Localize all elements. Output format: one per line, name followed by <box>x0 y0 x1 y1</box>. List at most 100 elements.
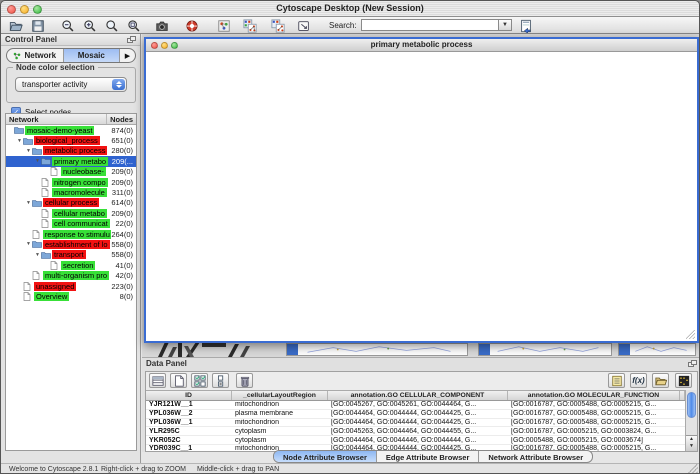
tab-mosaic[interactable]: Mosaic <box>64 49 121 62</box>
tree-row-label: response to stimulu <box>43 230 111 239</box>
snapshot-camera-icon[interactable] <box>153 18 171 33</box>
background-logo-fragment <box>156 342 266 357</box>
tree-row[interactable]: secretion41(0) <box>6 260 136 270</box>
tree-row-count: 558(0) <box>111 240 136 249</box>
new-attribute-icon[interactable] <box>170 373 187 388</box>
network-merge-icon[interactable] <box>241 18 259 33</box>
file-icon <box>41 219 52 228</box>
tree-row-count: 614(0) <box>111 198 136 207</box>
import-attributes-icon[interactable] <box>517 18 535 33</box>
attribute-table-header[interactable]: ID_cellularLayoutRegionannotation.GO CEL… <box>146 391 685 401</box>
expand-arrow-icon[interactable]: ▼ <box>34 158 41 164</box>
tree-row[interactable]: response to stimulu264(0) <box>6 229 136 239</box>
tree-row-label: transport <box>52 250 86 259</box>
zoom-in-icon[interactable] <box>81 18 99 33</box>
network-tab-icon <box>13 52 21 60</box>
expand-arrow-icon[interactable]: ▼ <box>25 148 32 154</box>
tree-row-label: cell communicat <box>52 219 110 228</box>
tree-column-headers[interactable]: Network Nodes <box>6 114 136 125</box>
tree-row-label: biological_process <box>34 136 100 145</box>
tab-node-attribute-browser[interactable]: Node Attribute Browser <box>274 451 377 462</box>
tree-row[interactable]: ▼biological_process651(0) <box>6 135 136 145</box>
tree-row[interactable]: ▼ transport 558(0) <box>6 250 136 260</box>
unselect-attributes-icon[interactable] <box>212 373 229 388</box>
tree-row[interactable]: mosaic-demo-yeast874(0) <box>6 125 136 135</box>
tree-row[interactable]: cell communicat22(0) <box>6 219 136 229</box>
show-table-icon[interactable] <box>149 373 166 388</box>
search-input[interactable] <box>361 19 499 31</box>
tree-row[interactable]: cellular metabo209(0) <box>6 208 136 218</box>
open-attr-file-icon[interactable] <box>652 373 669 388</box>
table-row[interactable]: YPL036W__2plasma membrane[GO:0044464, GO… <box>146 410 685 419</box>
table-row[interactable]: YKR052Ccytoplasm[GO:0044464, GO:0044446,… <box>146 436 685 445</box>
delete-attribute-icon[interactable] <box>236 373 253 388</box>
table-cell: [GO:0016787, GO:0005215, GO:0003824, G..… <box>508 428 680 435</box>
scrollbar-thumb[interactable] <box>687 392 696 418</box>
tree-row-label: Overview <box>34 292 69 301</box>
status-text: Right-click + drag to ZOOM <box>101 466 186 473</box>
tree-row[interactable]: ▼establishment of lo558(0) <box>6 239 136 249</box>
save-session-icon[interactable] <box>29 18 47 33</box>
app-resize-grip[interactable] <box>688 464 698 474</box>
table-scrollbar[interactable]: ▲▼ <box>685 390 697 451</box>
expand-arrow-icon[interactable]: ▼ <box>25 241 32 247</box>
column-header[interactable]: ID <box>146 391 232 400</box>
open-session-icon[interactable] <box>7 18 25 33</box>
table-cell: cytoplasm <box>232 428 328 435</box>
column-header[interactable]: _cellularLayoutRegion <box>232 391 328 400</box>
select-attributes-icon[interactable] <box>191 373 208 388</box>
column-header[interactable]: annotation.GO CELLULAR_COMPONENT <box>328 391 508 400</box>
tree-row[interactable]: nitrogen compo209(0) <box>6 177 136 187</box>
tree-row[interactable]: unassigned223(0) <box>6 281 136 291</box>
expand-arrow-icon[interactable]: ▼ <box>25 200 32 206</box>
table-row[interactable]: YJR121W__1mitochondrion[GO:0045267, GO:0… <box>146 401 685 410</box>
window-resize-grip[interactable] <box>686 330 695 339</box>
node-color-dropdown[interactable]: transporter activity <box>15 77 127 92</box>
matrix-icon[interactable] <box>675 373 692 388</box>
network-window-titlebar[interactable]: primary metabolic process <box>146 39 697 52</box>
app-titlebar[interactable]: Cytoscape Desktop (New Session) <box>1 1 699 17</box>
network-align-icon[interactable] <box>269 18 287 33</box>
tree-row[interactable]: nucleobase-209(0) <box>6 167 136 177</box>
data-panel: Data Panel f(x) ID_cellularLayoutRegiona… <box>142 357 700 452</box>
help-ring-icon[interactable] <box>183 18 201 33</box>
tab-network[interactable]: Network <box>7 49 64 62</box>
float-panel-icon[interactable] <box>688 360 697 368</box>
network-desktop: primary metabolic process <box>142 34 700 357</box>
expand-arrow-icon[interactable]: ▼ <box>16 138 23 144</box>
tree-row-count: 558(0) <box>111 250 136 259</box>
column-header[interactable]: annotation.GO MOLECULAR_FUNCTION <box>508 391 680 400</box>
attribute-batch-icon[interactable] <box>608 373 625 388</box>
tree-row[interactable]: multi-organism pro42(0) <box>6 270 136 280</box>
tree-row[interactable]: macromolecule311(0) <box>6 187 136 197</box>
table-cell: mitochondrion <box>232 419 328 426</box>
tree-row[interactable]: Overview8(0) <box>6 291 136 301</box>
expand-arrow-icon[interactable]: ▼ <box>34 252 41 258</box>
tree-row[interactable]: ▼cellular process614(0) <box>6 198 136 208</box>
network-canvas[interactable] <box>147 53 696 340</box>
scrollbar-arrows-icon[interactable]: ▲▼ <box>686 435 697 451</box>
formula-icon[interactable]: f(x) <box>630 373 647 388</box>
zoom-out-icon[interactable] <box>59 18 77 33</box>
annotation-icon[interactable] <box>295 18 313 33</box>
tree-row-label: multi-organism pro <box>43 271 109 280</box>
tree-row[interactable]: ▼metabolic process280(0) <box>6 146 136 156</box>
table-cell: YLR295C <box>146 428 232 435</box>
table-cell: [GO:0044464, GO:0044444, GO:0044425, G..… <box>328 419 508 426</box>
tree-row[interactable]: ▼primary metabo209(... <box>6 156 136 166</box>
table-row[interactable]: YPL036W__1mitochondrion[GO:0044464, GO:0… <box>146 419 685 428</box>
zoom-selected-icon[interactable] <box>103 18 121 33</box>
file-icon <box>41 178 52 187</box>
table-row[interactable]: YLR295Ccytoplasm[GO:0045263, GO:0044464,… <box>146 427 685 436</box>
control-panel: Control Panel Network Mosaic ▶ Node colo… <box>1 34 141 463</box>
search-dropdown-icon[interactable]: ▼ <box>499 19 512 31</box>
float-panel-icon[interactable] <box>127 36 136 44</box>
zoom-fit-icon[interactable] <box>125 18 143 33</box>
network-view-window[interactable]: primary metabolic process <box>144 37 699 343</box>
vizmapper-icon[interactable] <box>215 18 233 33</box>
tab-overflow-icon[interactable]: ▶ <box>120 49 135 62</box>
file-icon <box>41 188 52 197</box>
tab-edge-attribute-browser[interactable]: Edge Attribute Browser <box>377 451 479 462</box>
tab-network-attribute-browser[interactable]: Network Attribute Browser <box>479 451 592 462</box>
network-tree-panel: Network Nodes mosaic-demo-yeast874(0)▼bi… <box>5 113 137 451</box>
